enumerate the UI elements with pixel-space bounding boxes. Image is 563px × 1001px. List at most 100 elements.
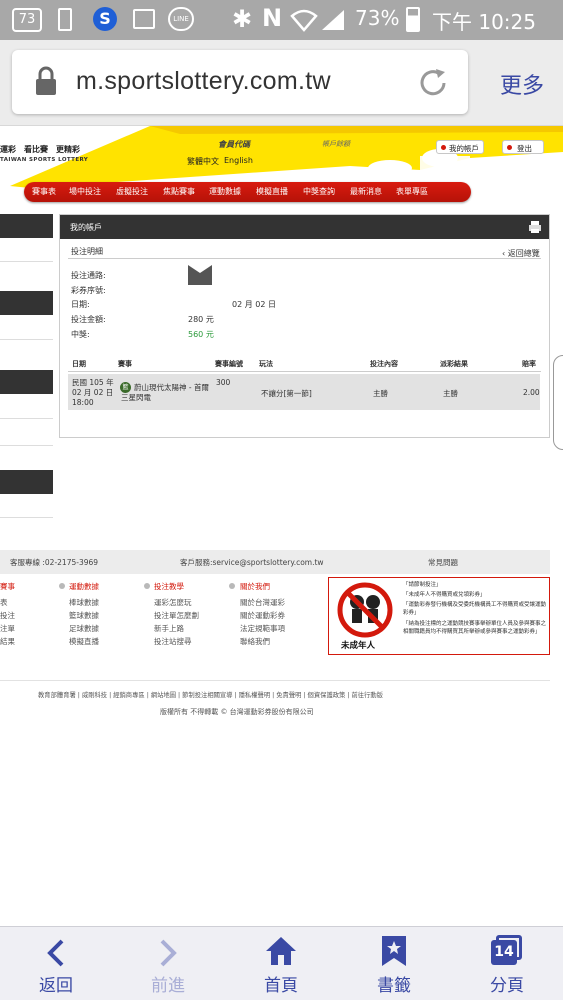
- back-label: 返回: [39, 976, 73, 996]
- nav-item-news[interactable]: 最新消息: [350, 186, 382, 197]
- footer-col4-item[interactable]: 法定規範事項: [240, 623, 285, 634]
- main-nav: 賽事表 場中投注 虛擬投注 焦點賽事 運動數據 模擬直播 中獎查詢 最新消息 表…: [24, 182, 471, 202]
- copyright: 版權所有 不得轉載 © 台灣運動彩券股份有限公司: [160, 708, 314, 716]
- panel-header: 我的帳戶: [60, 215, 549, 239]
- minor-warning-box: 未成年人 「請節制投注」 「未成年人不得購買或兌領彩券」 「運動彩券發行機構及受…: [328, 577, 550, 655]
- bookmarks-button[interactable]: 書籤: [338, 927, 450, 1001]
- footer-col4-item[interactable]: 關於運動彩券: [240, 610, 285, 621]
- table-header-divider: [68, 371, 541, 372]
- account-balance-label: 帳戶餘額: [322, 140, 350, 148]
- date-label: 日期:: [71, 300, 90, 309]
- my-account-label: 我的帳戶: [449, 144, 479, 153]
- scroll-handle[interactable]: [553, 355, 563, 450]
- footer-col1-item[interactable]: 結果: [0, 636, 15, 647]
- footer-bottom-links[interactable]: 教育部體育署 | 威剛科技 | 經銷商專區 | 網站地圖 | 節制投注相關宣導 …: [38, 690, 383, 699]
- forward-button[interactable]: 前進: [112, 927, 224, 1001]
- notice-line: 「納為投注標的之運動競技賽事舉辦單位人員及參與賽事之相關職籍員均不得購買其所舉辦…: [403, 621, 547, 635]
- sidebar-divider: [0, 261, 53, 262]
- home-label: 首頁: [264, 976, 298, 996]
- footer-col1-item[interactable]: 投注: [0, 610, 15, 621]
- nav-item-schedule[interactable]: 賽事表: [32, 186, 56, 197]
- service-email[interactable]: 客戶服務:service@sportslottery.com.tw: [180, 557, 324, 568]
- table-row[interactable]: 民國 105 年 02 月 02 日 18:00 籃 蔚山現代太陽神 - 首爾三…: [68, 374, 540, 410]
- footer-col4-item[interactable]: 關於台灣運彩: [240, 597, 285, 608]
- notice-line: 「運動彩券發行機構及受委託機構員工不得購買或受讓運動彩券」: [403, 602, 547, 616]
- bluetooth-icon: ✱: [232, 5, 253, 33]
- footer-col1-item[interactable]: 注單: [0, 623, 15, 634]
- lang-en-link[interactable]: English: [224, 156, 253, 165]
- channel-label: 投注通路:: [71, 271, 106, 280]
- footer-col2-item[interactable]: 模擬直播: [69, 636, 99, 647]
- footer-col1-item[interactable]: 表: [0, 597, 8, 608]
- th-date: 日期: [72, 360, 86, 368]
- row-odds: 2.00: [523, 388, 540, 397]
- tabs-button[interactable]: 14 分頁: [451, 927, 563, 1001]
- line-icon: LINE: [168, 7, 194, 31]
- reload-icon[interactable]: [416, 66, 450, 100]
- back-button[interactable]: 返回: [0, 927, 112, 1001]
- home-button[interactable]: 首頁: [225, 927, 337, 1001]
- sidebar-header: [0, 214, 53, 238]
- lock-icon: [36, 66, 56, 95]
- nav-item-virtual-betting[interactable]: 虛擬投注: [116, 186, 148, 197]
- logout-dot-icon: [507, 145, 512, 150]
- browser-bottom-nav: 返回 前進 首頁 書籤 14 分頁: [0, 926, 563, 1000]
- footer-col3-bullet-icon: [144, 583, 150, 589]
- footer-col3-item[interactable]: 運彩怎麼玩: [154, 597, 192, 608]
- sidebar-divider: [0, 517, 53, 518]
- bookmark-icon: [382, 936, 406, 966]
- footer-col3-item[interactable]: 投注站搜尋: [154, 636, 192, 647]
- faq-link[interactable]: 常見問題: [428, 557, 458, 568]
- sidebar-section-2[interactable]: [0, 370, 53, 394]
- back-icon: [47, 939, 64, 967]
- footer-col4-bullet-icon: [229, 583, 235, 589]
- forward-icon: [160, 939, 177, 967]
- lang-zh-link[interactable]: 繁體中文: [187, 156, 219, 167]
- row-date: 民國 105 年 02 月 02 日 18:00: [72, 378, 114, 407]
- amount-label: 投注金額:: [71, 315, 106, 324]
- print-icon[interactable]: [528, 220, 542, 234]
- more-button[interactable]: 更多: [500, 68, 544, 100]
- nav-item-forms[interactable]: 表單專區: [396, 186, 428, 197]
- prize-label: 中獎:: [71, 330, 90, 339]
- footer-col2-bullet-icon: [59, 583, 65, 589]
- nav-item-live-sim[interactable]: 模擬直播: [256, 186, 288, 197]
- battery-icon: [406, 7, 420, 32]
- url-text: m.sportslottery.com.tw: [76, 67, 331, 95]
- back-link-label: 返回總覽: [507, 249, 540, 258]
- nav-item-sports-data[interactable]: 運動數據: [209, 186, 241, 197]
- status-bar: 73 S LINE ✱ N 73% 下午 10:25: [0, 0, 563, 40]
- footer-col1-title: 賽事: [0, 582, 15, 591]
- footer-col3-item[interactable]: 投注單怎麼劃: [154, 610, 199, 621]
- th-bet-content: 投注內容: [370, 360, 398, 368]
- th-event: 賽事: [118, 360, 132, 368]
- account-dot-icon: [441, 145, 446, 150]
- row-event: 蔚山現代太陽神 - 首爾三星閃電: [121, 383, 209, 402]
- serial-label: 彩券序號:: [71, 286, 106, 295]
- channel-logo: [188, 265, 212, 285]
- nav-item-focus-events[interactable]: 焦點賽事: [163, 186, 195, 197]
- tabs-label: 分頁: [490, 976, 524, 996]
- brand-english: TAIWAN SPORTS LOTTERY: [0, 157, 89, 163]
- panel-subtitle: 投注明細: [71, 247, 103, 256]
- tab-count: 14: [494, 944, 514, 960]
- tabs-icon-front: 14: [491, 940, 517, 965]
- logout-button[interactable]: 登出: [502, 140, 544, 154]
- sidebar-section-1[interactable]: [0, 291, 53, 315]
- phone-icon: [58, 8, 72, 31]
- row-bet-content: 主勝: [373, 389, 388, 398]
- footer-col4-item[interactable]: 聯絡我們: [240, 636, 270, 647]
- footer-col2-item[interactable]: 足球數據: [69, 623, 99, 634]
- wifi-icon: [290, 9, 318, 32]
- nav-item-prize-check[interactable]: 中獎查詢: [303, 186, 335, 197]
- footer-col2-item[interactable]: 籃球數據: [69, 610, 99, 621]
- member-code-label: 會員代碼: [218, 140, 250, 149]
- bookmarks-label: 書籤: [377, 976, 411, 996]
- nav-item-live-betting[interactable]: 場中投注: [69, 186, 101, 197]
- my-account-button[interactable]: 我的帳戶: [436, 140, 484, 154]
- footer-col2-title: 運動數據: [69, 582, 99, 591]
- footer-col2-item[interactable]: 棒球數據: [69, 597, 99, 608]
- sidebar-section-3[interactable]: [0, 470, 53, 494]
- footer-col3-item[interactable]: 新手上路: [154, 623, 184, 634]
- url-bar[interactable]: m.sportslottery.com.tw: [12, 50, 468, 114]
